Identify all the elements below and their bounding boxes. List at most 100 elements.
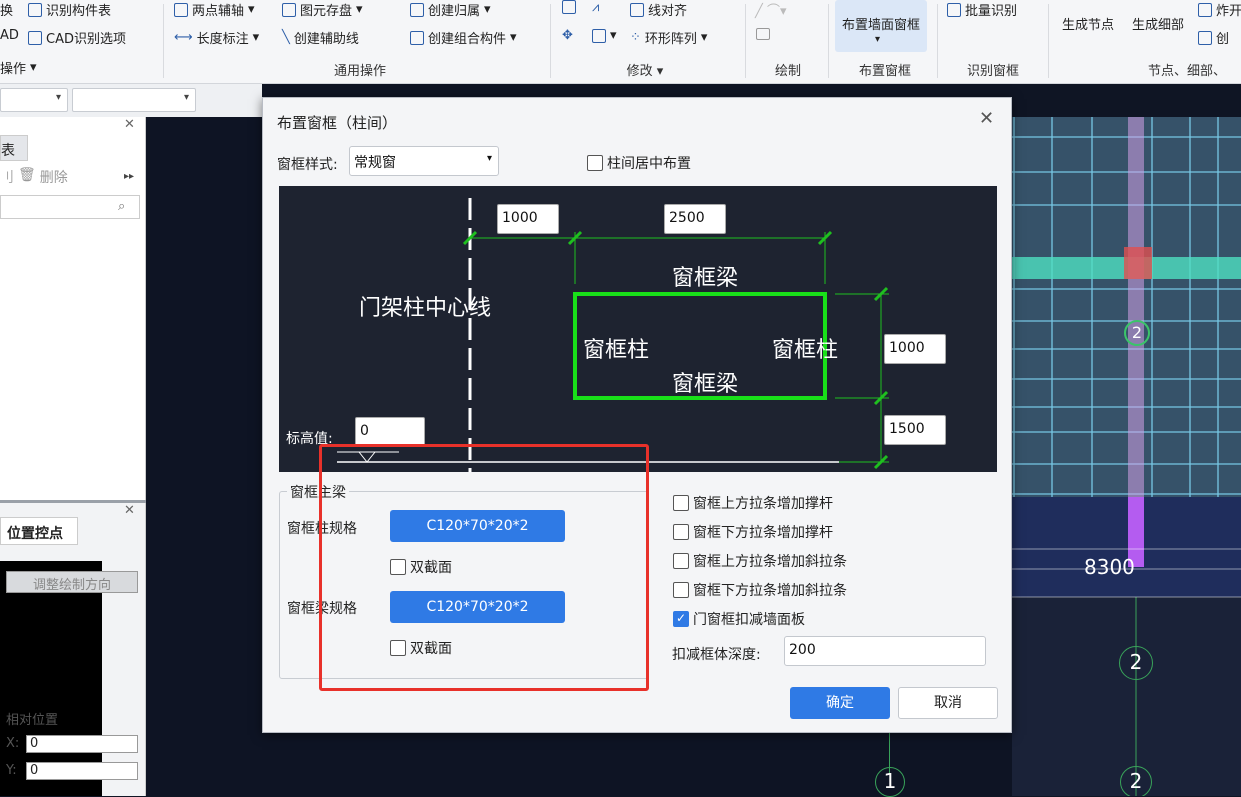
axis-bubble: 2 [1120,766,1152,796]
save-icon [282,2,296,17]
y-label: Y: [6,763,17,778]
elevation-input[interactable]: 0 [355,417,425,447]
ribbon-ad[interactable]: AD [0,28,19,43]
line-icon: ╲ [282,30,290,45]
two-point-aux-button[interactable]: 两点辅轴 ▾ [174,0,255,19]
dim-bottom-input[interactable]: 1500 [884,415,946,445]
drawing-canvas-right[interactable]: 2 8300 2 2 [1012,117,1241,796]
drawing-canvas-left[interactable] [146,117,263,796]
align-icon [630,2,644,17]
draw-line-icon[interactable]: ╱ ⌒▾ [755,0,787,19]
dimension-text: 8300 [1084,555,1135,579]
position-control-panel: ✕ 位置控点 调整绘制方向 相对位置 X: 0 Y: 0 [0,503,146,796]
type-select[interactable] [72,88,196,112]
beam-bottom-label: 窗框梁 [672,372,739,397]
divider [745,4,746,78]
chevron-down-icon: ▾ [700,30,708,45]
chevron-down-icon: ▾ [30,60,37,75]
option-deduct-panel-checkbox[interactable]: 门窗框扣减墙面板 [673,609,805,629]
depth-input[interactable]: 200 [784,636,986,666]
tab-table[interactable]: 表 [0,135,28,161]
dim-width-input[interactable]: 2500 [664,204,726,234]
array-icon: ⁘ [630,30,641,45]
y-input[interactable]: 0 [26,762,138,780]
identify-table-button[interactable]: 识别构件表 [28,0,111,19]
x-input[interactable]: 0 [26,735,138,753]
create-button[interactable]: 创 [1198,28,1229,47]
identify-window-group-label: 识别窗框 [966,64,1019,79]
divider [1048,4,1049,78]
place-window-frame-button[interactable]: 布置墙面窗框 ▾ [835,0,927,52]
rotate-icon [592,28,606,43]
col-right-label: 窗框柱 [772,338,839,363]
save-element-button[interactable]: 图元存盘 ▾ [282,0,363,19]
line-align-button[interactable]: 线对齐 [630,0,687,19]
ops-menu[interactable]: 操作 ▾ [0,58,37,77]
divider [550,4,551,78]
dim-height-input[interactable]: 1000 [884,334,946,364]
chevron-down-icon: ▾ [486,153,492,164]
col-left-label: 窗框柱 [583,338,650,363]
filter-toolbar [0,84,262,117]
ring-array-button[interactable]: ⁘ 环形阵列 ▾ [630,28,707,47]
mirror-icon-button[interactable]: ⩘ [592,0,599,15]
create-combo-button[interactable]: 创建组合构件 ▾ [410,28,517,47]
close-icon[interactable]: ✕ [124,503,135,518]
batch-identify-button[interactable]: 批量识别 [947,0,1017,19]
gen-detail-button[interactable]: 生成细部 [1132,14,1184,33]
close-icon[interactable]: ✕ [979,108,994,129]
divider [163,4,164,78]
move-icon-button[interactable]: ✥ [562,28,573,43]
delete-button[interactable]: 刂 🗑 删除 [0,167,68,187]
divider [937,4,938,78]
cad-icon [28,30,42,45]
dimension-icon: ⟷ [174,30,193,45]
explode-button[interactable]: 炸开 [1198,0,1241,19]
center-between-columns-checkbox[interactable]: 柱间居中布置 [587,153,691,173]
create-attr-button[interactable]: 创建归属 ▾ [410,0,491,19]
draw-rect-icon[interactable] [756,28,770,40]
ok-button[interactable]: 确定 [790,687,890,719]
search-icon: ⌕ [118,199,126,214]
node-detail-group-label: 节点、细部、 [1148,64,1227,79]
length-dim-button[interactable]: ⟷ 长度标注 ▾ [174,28,259,47]
chevron-down-icon: ▾ [610,28,617,43]
copy-icon [562,0,576,14]
option-bottom-diagonal-checkbox[interactable]: 窗框下方拉条增加斜拉条 [673,580,847,600]
rotate-icon-button[interactable]: ▾ [592,28,617,43]
chevron-down-icon: ▾ [248,2,255,17]
cancel-button[interactable]: 取消 [898,687,998,719]
adjust-direction-button[interactable]: 调整绘制方向 [6,571,138,593]
batch-icon [947,2,961,17]
option-bottom-brace-checkbox[interactable]: 窗框下方拉条增加撑杆 [673,522,833,542]
table-icon [28,2,42,17]
general-ops-group-label: 通用操作 [333,64,386,79]
axis-bubble: 1 [875,767,905,797]
combo-icon [410,30,424,45]
create-aux-line-button[interactable]: ╲ 创建辅助线 [282,28,359,47]
cad-options-button[interactable]: CAD识别选项 [28,28,126,47]
axis-bubble: 2 [1119,646,1153,680]
dialog-title: 布置窗框（柱间） [277,114,398,132]
x-label: X: [6,736,20,751]
gen-node-button[interactable]: 生成节点 [1062,14,1114,33]
beam-top-label: 窗框梁 [672,266,739,291]
divider [828,4,829,78]
position-preview [0,561,102,796]
option-top-diagonal-checkbox[interactable]: 窗框上方拉条增加斜拉条 [673,551,847,571]
tab-position[interactable]: 位置控点 [0,517,78,545]
draw-group-label: 绘制 [774,64,801,79]
modify-group-label[interactable]: 修改 ▾ [600,60,690,79]
option-top-brace-checkbox[interactable]: 窗框上方拉条增加撑杆 [673,493,833,513]
chevron-down-icon: ▾ [356,2,363,17]
dim-left-input[interactable]: 1000 [497,204,559,234]
ribbon-huan[interactable]: 换 [0,0,13,19]
centerline-label: 门架柱中心线 [359,296,492,321]
layer-select[interactable] [0,88,68,112]
close-icon[interactable]: ✕ [124,117,135,132]
more-icon[interactable]: ▸▸ [124,171,134,182]
copy-icon-button[interactable] [562,0,576,14]
style-select[interactable]: 常规窗 ▾ [349,146,499,176]
window-frame-preview: 1000 2500 1000 1500 标高值: 0 门架柱中心线 窗框梁 窗框… [279,186,997,472]
trash-icon: 🗑 [18,167,36,183]
